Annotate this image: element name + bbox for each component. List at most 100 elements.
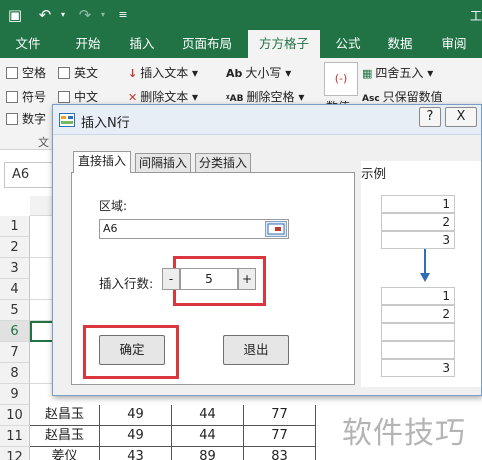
watermark-text: 软件技巧 bbox=[342, 416, 466, 451]
tab-page-layout[interactable]: 页面布局 bbox=[172, 30, 242, 58]
dialog-title-bar[interactable]: 插入N行 ? X bbox=[53, 105, 481, 135]
case-icon: Ab bbox=[226, 67, 243, 80]
undo-icon[interactable]: ↶ bbox=[34, 4, 56, 26]
example-after-cell: 1 bbox=[381, 287, 455, 305]
area-label: 区域: bbox=[99, 199, 128, 213]
round-label: 四舍五入 bbox=[375, 66, 424, 80]
tab-home[interactable]: 开始 bbox=[64, 30, 112, 58]
row-header[interactable]: 3 bbox=[0, 258, 30, 279]
title-bar: ▣ ↶ ▾ ↷ ▾ ≡ 工 bbox=[0, 0, 482, 30]
tab-fangfang[interactable]: 方方格子 bbox=[248, 30, 320, 59]
cell[interactable]: 89 bbox=[172, 447, 244, 460]
save-icon[interactable]: ▣ bbox=[4, 4, 26, 26]
cell[interactable]: 49 bbox=[100, 405, 172, 426]
range-picker-icon[interactable] bbox=[265, 221, 287, 237]
keep-values-button[interactable]: Asc 只保留数值 bbox=[362, 88, 443, 105]
tab-interval-insert[interactable]: 间隔插入 bbox=[135, 153, 191, 173]
checkbox-box[interactable] bbox=[6, 67, 18, 79]
cell[interactable]: 77 bbox=[244, 426, 316, 447]
keep-values-label: 只保留数值 bbox=[382, 90, 443, 104]
checkbox-chinese[interactable]: 中文 bbox=[58, 88, 98, 105]
undo-dropdown-icon[interactable]: ▾ bbox=[58, 4, 68, 26]
example-after-cell bbox=[381, 323, 455, 341]
checkbox-english[interactable]: 英文 bbox=[58, 64, 98, 81]
range-picker-glyph bbox=[267, 223, 285, 235]
tab-file[interactable]: 文件 bbox=[4, 30, 52, 58]
ribbon-tabs: 文件 开始 插入 页面布局 方方格子 公式 数据 审阅 bbox=[0, 30, 482, 59]
delete-spaces-label: 删除空格 bbox=[246, 90, 295, 104]
row-header[interactable]: 5 bbox=[0, 300, 30, 321]
round-icon: ▦ bbox=[362, 67, 373, 80]
tab-data[interactable]: 数据 bbox=[378, 30, 422, 58]
insert-text-label: 插入文本 bbox=[140, 66, 189, 80]
insert-text-button[interactable]: ↓ 插入文本 ▾ bbox=[128, 64, 198, 81]
example-before-cell: 3 bbox=[381, 231, 455, 249]
example-title: 示例 bbox=[361, 166, 387, 181]
checkbox-label: 数字 bbox=[22, 112, 47, 126]
cell[interactable]: 43 bbox=[100, 447, 172, 460]
row-header[interactable]: 12 bbox=[0, 447, 30, 460]
checkbox-symbol[interactable]: 符号 bbox=[6, 88, 46, 105]
row-header[interactable]: 2 bbox=[0, 237, 30, 258]
row-header-selected[interactable]: 6 bbox=[0, 321, 30, 342]
area-input[interactable]: A6 bbox=[99, 219, 289, 239]
cell[interactable]: 77 bbox=[244, 405, 316, 426]
delete-text-button[interactable]: ✕ 删除文本 ▾ bbox=[128, 88, 198, 105]
ok-button[interactable]: 确定 bbox=[99, 335, 165, 365]
values-icon[interactable]: (-) bbox=[324, 62, 358, 96]
rows-label: 插入行数: bbox=[99, 276, 154, 291]
case-button[interactable]: Ab 大小写 ▾ bbox=[226, 64, 291, 81]
close-button[interactable]: X bbox=[445, 107, 477, 127]
cell[interactable]: 赵昌玉 bbox=[30, 405, 100, 426]
cell[interactable]: 49 bbox=[100, 426, 172, 447]
checkbox-label: 符号 bbox=[22, 90, 47, 104]
tab-category-insert[interactable]: 分类插入 bbox=[195, 153, 251, 173]
insert-text-icon: ↓ bbox=[128, 67, 138, 80]
help-button[interactable]: ? bbox=[419, 107, 441, 127]
checkbox-box[interactable] bbox=[6, 91, 18, 103]
case-label: 大小写 bbox=[245, 66, 282, 80]
tab-review[interactable]: 审阅 bbox=[432, 30, 476, 58]
rows-count-input[interactable]: 5 bbox=[180, 268, 238, 290]
cell[interactable]: 44 bbox=[172, 426, 244, 447]
example-after-cell: 3 bbox=[381, 359, 455, 377]
row-header[interactable]: 11 bbox=[0, 426, 30, 447]
checkbox-label: 中文 bbox=[74, 90, 99, 104]
increment-button[interactable]: + bbox=[238, 268, 256, 290]
checkbox-number[interactable]: 数字 bbox=[6, 110, 46, 127]
exit-button[interactable]: 退出 bbox=[223, 335, 289, 365]
row-header[interactable]: 4 bbox=[0, 279, 30, 300]
checkbox-box[interactable] bbox=[58, 91, 70, 103]
row-header[interactable]: 9 bbox=[0, 384, 30, 405]
insert-n-rows-dialog: 插入N行 ? X 直接插入 间隔插入 分类插入 区域: A6 插入行数: - 5… bbox=[52, 104, 482, 396]
decrement-button[interactable]: - bbox=[162, 268, 180, 290]
row-header[interactable]: 8 bbox=[0, 363, 30, 384]
tab-insert[interactable]: 插入 bbox=[118, 30, 166, 58]
checkbox-space[interactable]: 空格 bbox=[6, 64, 46, 81]
tab-direct-insert[interactable]: 直接插入 bbox=[73, 151, 131, 173]
dialog-app-icon bbox=[59, 113, 75, 127]
delete-spaces-icon: ᵡAB bbox=[226, 94, 244, 104]
window-title: 工 bbox=[469, 9, 482, 23]
row-header[interactable]: 1 bbox=[0, 216, 30, 237]
delete-text-label: 删除文本 bbox=[140, 90, 189, 104]
example-before-cell: 2 bbox=[381, 213, 455, 231]
example-before-cell: 1 bbox=[381, 195, 455, 213]
round-button[interactable]: ▦ 四舍五入 ▾ bbox=[362, 64, 433, 81]
cell[interactable]: 44 bbox=[172, 405, 244, 426]
group-label: 文 bbox=[38, 136, 49, 149]
example-panel: 示例 1 2 3 1 2 3 bbox=[361, 161, 481, 387]
cell[interactable]: 姜仪 bbox=[30, 447, 100, 460]
row-header[interactable]: 7 bbox=[0, 342, 30, 363]
row-header[interactable]: 10 bbox=[0, 405, 30, 426]
cell[interactable]: 83 bbox=[244, 447, 316, 460]
redo-dropdown-icon[interactable]: ▾ bbox=[98, 4, 108, 26]
customize-qat-icon[interactable]: ≡ bbox=[112, 4, 134, 26]
delete-spaces-button[interactable]: ᵡAB 删除空格 ▾ bbox=[226, 88, 304, 105]
checkbox-box[interactable] bbox=[6, 113, 18, 125]
redo-icon[interactable]: ↷ bbox=[74, 4, 96, 26]
cell[interactable]: 赵昌玉 bbox=[30, 426, 100, 447]
tab-formulas[interactable]: 公式 bbox=[326, 30, 370, 58]
checkbox-label: 空格 bbox=[22, 66, 47, 80]
checkbox-box[interactable] bbox=[58, 67, 70, 79]
